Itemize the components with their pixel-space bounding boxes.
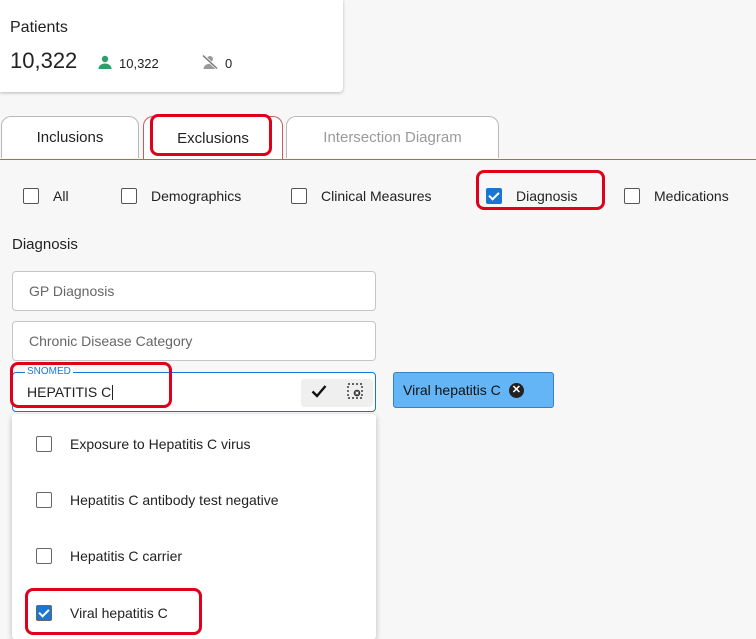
option-item[interactable]: Exposure to Hepatitis C virus [12, 424, 376, 464]
filter-clinical-measures-label: Clinical Measures [321, 188, 432, 204]
close-circle-icon[interactable]: ✕ [508, 382, 524, 398]
option-label: Hepatitis C carrier [70, 548, 183, 564]
patients-summary-card: Patients 10,322 10,322 0 [0, 0, 343, 92]
inactive-patients-count: 0 [225, 56, 233, 71]
option-label: Exposure to Hepatitis C virus [70, 436, 251, 452]
person-icon [97, 54, 113, 73]
chip-label: Viral hepatitis C [403, 382, 501, 398]
checkbox[interactable] [624, 188, 640, 204]
filter-diagnosis-label: Diagnosis [516, 188, 578, 204]
filter-all[interactable]: All [23, 188, 69, 204]
option-label: Viral hepatitis C [70, 605, 168, 621]
inactive-patients-stat: 0 [201, 54, 232, 73]
chronic-disease-category-field[interactable]: Chronic Disease Category [12, 321, 376, 361]
checkbox-checked[interactable] [36, 605, 52, 621]
checkbox[interactable] [23, 188, 39, 204]
gp-diagnosis-field[interactable]: GP Diagnosis [12, 271, 376, 311]
tab-exclusions[interactable]: Exclusions [143, 116, 283, 160]
tab-underline [0, 159, 756, 160]
snomed-options-dropdown: Exposure to Hepatitis C virus Hepatitis … [12, 414, 376, 639]
checkbox[interactable] [36, 548, 52, 564]
snomed-actions [301, 379, 373, 407]
filter-medications[interactable]: Medications [624, 188, 729, 204]
checkbox[interactable] [36, 492, 52, 508]
filter-demographics[interactable]: Demographics [121, 188, 241, 204]
checkbox[interactable] [36, 436, 52, 452]
filter-all-label: All [53, 188, 69, 204]
checkbox[interactable] [291, 188, 307, 204]
option-item[interactable]: Hepatitis C antibody test negative [12, 480, 376, 520]
option-item[interactable]: Hepatitis C carrier [12, 536, 376, 576]
tab-intersection-diagram[interactable]: Intersection Diagram [286, 116, 499, 158]
snomed-field[interactable]: SNOMED HEPATITIS C [12, 366, 376, 412]
patients-total: 10,322 [10, 48, 78, 73]
snomed-input[interactable]: HEPATITIS C [27, 384, 114, 400]
tab-bar: Inclusions Exclusions Intersection Diagr… [0, 116, 756, 160]
option-label: Hepatitis C antibody test negative [70, 492, 279, 508]
text-caret [112, 385, 114, 400]
filter-clinical-measures[interactable]: Clinical Measures [291, 188, 431, 204]
snomed-input-value: HEPATITIS C [27, 384, 112, 400]
patients-title: Patients [10, 19, 68, 36]
checkbox[interactable] [121, 188, 137, 204]
filter-diagnosis[interactable]: Diagnosis [486, 188, 577, 204]
option-item[interactable]: Viral hepatitis C [12, 593, 376, 633]
checkmark-icon[interactable] [311, 384, 327, 403]
selected-diagnosis-chip[interactable]: Viral hepatitis C ✕ [393, 372, 554, 408]
tab-inclusions[interactable]: Inclusions [1, 116, 139, 158]
clear-selection-icon[interactable] [347, 382, 363, 404]
person-off-icon [201, 54, 219, 73]
diagnosis-heading: Diagnosis [12, 236, 78, 253]
snomed-field-label: SNOMED [25, 366, 73, 377]
filter-medications-label: Medications [654, 188, 729, 204]
active-patients-stat: 10,322 [97, 54, 159, 73]
filter-checkbox-row: All Demographics Clinical Measures Diagn… [0, 183, 756, 207]
active-patients-count: 10,322 [119, 56, 159, 71]
checkbox-checked[interactable] [486, 188, 502, 204]
filter-demographics-label: Demographics [151, 188, 242, 204]
